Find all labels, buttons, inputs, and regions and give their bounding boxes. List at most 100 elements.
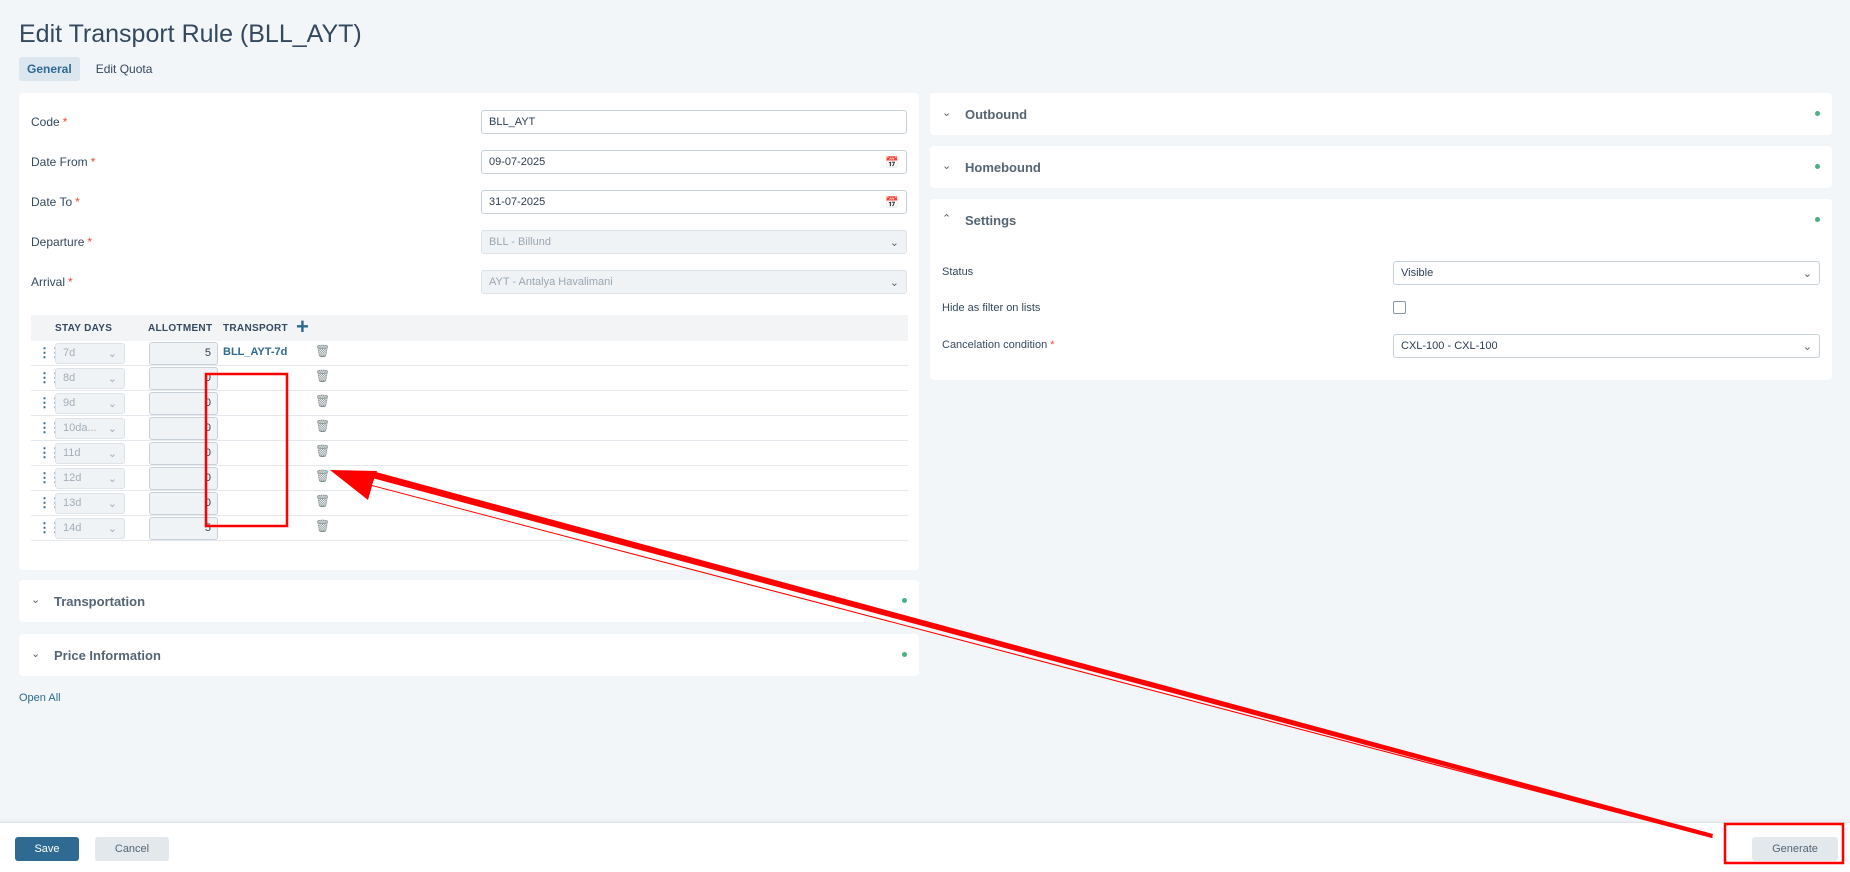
table-row: ⋮⋮ 12d ⌄ 0 🗑 <box>31 466 908 491</box>
chevron-down-icon: ⌄ <box>31 594 41 606</box>
tab-edit-quota[interactable]: Edit Quota <box>88 57 161 81</box>
chevron-down-icon: ⌄ <box>107 423 117 435</box>
section-title: Price Information <box>54 648 161 663</box>
trash-icon[interactable]: 🗑 <box>315 369 330 383</box>
transportation-section[interactable]: ⌄ Transportation <box>19 580 919 622</box>
arrival-select[interactable]: AYT - Antalya Havalimani ⌄ <box>481 270 907 294</box>
code-input[interactable]: BLL_AYT <box>481 110 907 134</box>
page-title: Edit Transport Rule (BLL_AYT) <box>19 20 362 48</box>
trash-icon[interactable]: 🗑 <box>315 394 330 408</box>
chevron-up-icon[interactable]: ⌃ <box>942 212 951 225</box>
chevron-down-icon: ⌄ <box>107 498 117 510</box>
calendar-icon[interactable]: 📅 <box>885 196 899 209</box>
trash-icon[interactable]: 🗑 <box>315 469 330 483</box>
status-label: Status <box>942 266 974 278</box>
settings-section: ⌃ Settings Status Visible ⌄ Hide as filte… <box>930 199 1832 380</box>
allotment-input[interactable]: 0 <box>149 367 218 390</box>
arrival-label: Arrival * <box>31 275 73 289</box>
table-row: ⋮⋮ 10da... ⌄ 0 🗑 <box>31 416 908 441</box>
status-dot <box>1815 111 1820 116</box>
calendar-icon[interactable]: 📅 <box>885 156 899 169</box>
stay-days-select[interactable]: 8d ⌄ <box>55 368 125 389</box>
chevron-down-icon: ⌄ <box>107 448 117 460</box>
departure-select[interactable]: BLL - Billund ⌄ <box>481 230 907 254</box>
allotment-input[interactable]: 5 <box>149 517 218 540</box>
status-select[interactable]: Visible ⌄ <box>1393 261 1820 285</box>
cancelation-row: Cancelation condition * CXL-100 - CXL-100… <box>942 334 1820 358</box>
departure-row: Departure * BLL - Billund ⌄ <box>31 229 907 255</box>
chevron-down-icon: ⌄ <box>1802 267 1812 280</box>
chevron-down-icon: ⌄ <box>942 107 952 119</box>
allotment-input[interactable]: 0 <box>149 442 218 465</box>
status-dot <box>1815 164 1820 169</box>
chevron-down-icon: ⌄ <box>1802 340 1812 353</box>
date-from-row: Date From * 09-07-2025 📅 <box>31 149 907 175</box>
status-dot <box>902 652 907 657</box>
chevron-down-icon: ⌄ <box>107 523 117 535</box>
cancel-button[interactable]: Cancel <box>95 837 169 861</box>
date-to-row: Date To * 31-07-2025 📅 <box>31 189 907 215</box>
date-from-label: Date From * <box>31 155 96 169</box>
tab-bar: General Edit Quota <box>19 57 160 81</box>
header-stay-days: STAY DAYS <box>55 322 113 334</box>
stay-days-select[interactable]: 11d ⌄ <box>55 443 125 464</box>
chevron-down-icon: ⌄ <box>889 276 899 289</box>
stay-days-select[interactable]: 13d ⌄ <box>55 493 125 514</box>
table-header: STAY DAYS ALLOTMENT TRANSPORT + <box>31 315 908 341</box>
trash-icon[interactable]: 🗑 <box>315 519 330 533</box>
code-label: Code * <box>31 115 68 129</box>
cancelation-label: Cancelation condition * <box>942 339 1055 351</box>
date-to-input[interactable]: 31-07-2025 📅 <box>481 190 907 214</box>
trash-icon[interactable]: 🗑 <box>315 419 330 433</box>
status-dot <box>1815 217 1820 222</box>
chevron-down-icon: ⌄ <box>942 160 952 172</box>
trash-icon[interactable]: 🗑 <box>315 494 330 508</box>
table-row: ⋮⋮ 8d ⌄ 0 🗑 <box>31 366 908 391</box>
trash-icon[interactable]: 🗑 <box>315 344 330 358</box>
section-title: Transportation <box>54 594 146 609</box>
stay-days-table: STAY DAYS ALLOTMENT TRANSPORT + ⋮⋮ 7d ⌄ 5… <box>31 315 908 541</box>
stay-days-select[interactable]: 7d ⌄ <box>55 343 125 364</box>
section-title[interactable]: Settings <box>965 213 1016 228</box>
departure-label: Departure * <box>31 235 93 249</box>
code-row: Code * BLL_AYT <box>31 109 907 135</box>
trash-icon[interactable]: 🗑 <box>315 444 330 458</box>
hide-filter-label: Hide as filter on lists <box>942 302 1041 314</box>
allotment-input[interactable]: 0 <box>149 417 218 440</box>
generate-button[interactable]: Generate <box>1752 837 1838 861</box>
arrival-row: Arrival * AYT - Antalya Havalimani ⌄ <box>31 269 907 295</box>
allotment-input[interactable]: 5 <box>149 342 218 365</box>
outbound-section[interactable]: ⌄ Outbound <box>930 93 1832 135</box>
allotment-input[interactable]: 0 <box>149 467 218 490</box>
stay-days-select[interactable]: 12d ⌄ <box>55 468 125 489</box>
date-from-input[interactable]: 09-07-2025 📅 <box>481 150 907 174</box>
section-title: Homebound <box>965 160 1041 175</box>
action-footer: Save Cancel Generate <box>0 822 1850 872</box>
price-information-section[interactable]: ⌄ Price Information <box>19 634 919 676</box>
cancelation-select[interactable]: CXL-100 - CXL-100 ⌄ <box>1393 334 1820 358</box>
chevron-down-icon: ⌄ <box>107 373 117 385</box>
general-form-card: Code * BLL_AYT Date From * 09-07-2025 📅 Dat… <box>19 93 919 570</box>
hide-filter-row: Hide as filter on lists <box>942 297 1820 321</box>
chevron-down-icon: ⌄ <box>889 236 899 249</box>
date-to-label: Date To * <box>31 195 80 209</box>
hide-filter-checkbox[interactable] <box>1393 301 1406 314</box>
homebound-section[interactable]: ⌄ Homebound <box>930 146 1832 188</box>
header-transport: TRANSPORT <box>223 322 288 334</box>
status-row: Status Visible ⌄ <box>942 261 1820 285</box>
save-button[interactable]: Save <box>15 837 79 861</box>
table-row: ⋮⋮ 11d ⌄ 0 🗑 <box>31 441 908 466</box>
stay-days-select[interactable]: 9d ⌄ <box>55 393 125 414</box>
transport-link[interactable]: BLL_AYT-7d <box>223 346 287 358</box>
add-row-icon[interactable]: + <box>296 316 309 338</box>
table-row: ⋮⋮ 13d ⌄ 0 🗑 <box>31 491 908 516</box>
tab-general[interactable]: General <box>19 57 80 81</box>
stay-days-select[interactable]: 10da... ⌄ <box>55 418 125 439</box>
allotment-input[interactable]: 0 <box>149 492 218 515</box>
stay-days-select[interactable]: 14d ⌄ <box>55 518 125 539</box>
table-row: ⋮⋮ 7d ⌄ 5 BLL_AYT-7d 🗑 <box>31 341 908 366</box>
open-all-link[interactable]: Open All <box>19 692 61 704</box>
allotment-input[interactable]: 0 <box>149 392 218 415</box>
section-title: Outbound <box>965 107 1028 122</box>
chevron-down-icon: ⌄ <box>107 398 117 410</box>
